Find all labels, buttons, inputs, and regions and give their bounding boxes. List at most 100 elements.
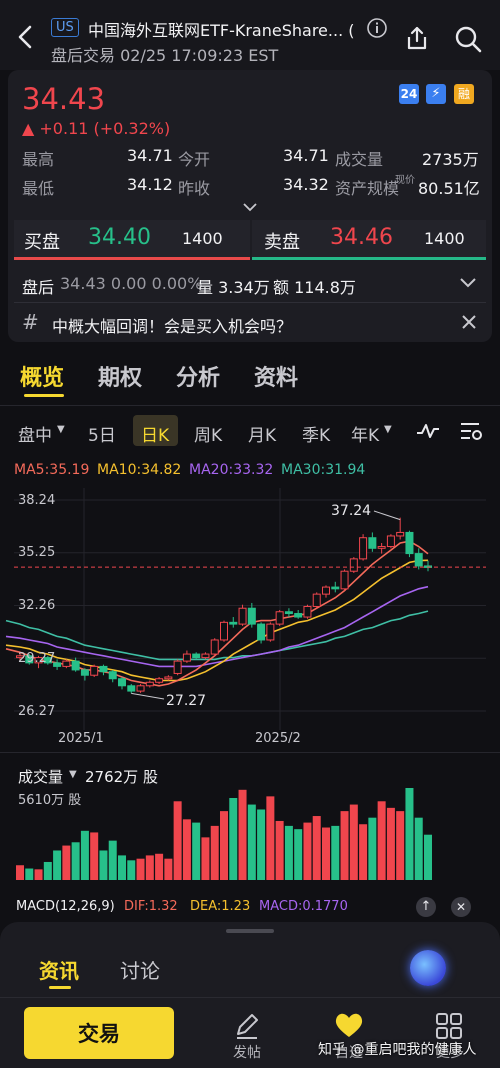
info-icon[interactable] [366,17,388,39]
tab-options[interactable]: 期权 [98,360,142,392]
volume-bar [173,801,182,880]
indicator-wave-icon[interactable] [416,421,440,441]
low-label: 最低 [22,179,55,198]
pin-icon[interactable]: ↑ [416,897,436,917]
volume-bar [368,817,377,880]
volume-bar [201,837,210,880]
tab-yearly[interactable]: 年K [351,421,379,446]
low-value: 34.12 [127,175,173,194]
tab-daily[interactable]: 日K [141,421,169,446]
volume-bar [349,804,358,880]
ask-size: 1400 [424,229,465,248]
candle-body [340,570,349,590]
y-tick-label: 32.26 [18,598,56,613]
volume-bar [322,827,330,880]
price-chart[interactable] [0,480,500,750]
close-icon[interactable] [460,313,478,331]
candle-body [294,613,303,618]
high-value: 34.71 [127,146,173,165]
high-leader-line [373,510,401,521]
candle-body [405,531,414,555]
candle-body [275,611,284,625]
tab-profile[interactable]: 资料 [254,360,298,392]
prev-close-label: 昨收 [178,179,211,198]
volume-bar [238,789,247,880]
caret-down-icon: ▼ [69,769,77,780]
tab-quarterly[interactable]: 季K [302,421,330,446]
last-price: 34.43 [22,82,106,116]
candle-body [247,607,256,625]
share-icon[interactable] [404,25,430,51]
post-label[interactable]: 发帖 [233,1042,261,1062]
tab-overview-underline [24,394,64,397]
volume-bar [396,811,405,880]
candle-body [359,537,368,560]
after-hours-volume: 量 3.34万 [197,278,270,297]
volume-bar [43,861,52,880]
after-hours-label: 盘后 [22,278,55,297]
tab-discussion[interactable]: 讨论 [120,955,160,984]
chart-settings-icon[interactable] [459,420,485,444]
candle-body [62,660,71,667]
volume-bar [275,820,284,880]
top-bar: US 中国海外互联网ETF-KraneShare... ( 盘后交易 02/25… [0,0,500,70]
open-label: 今开 [178,150,211,169]
tab-intraday[interactable]: 盘中 [18,421,52,446]
high-annotation: 37.24 [331,503,372,519]
volume-bar [108,840,117,880]
news-banner[interactable]: 中概大幅回调！会是买入机会吗？ [52,313,292,337]
y-tick-label: 38.24 [18,493,56,508]
macd-dea: DEA:1.23 [190,899,251,914]
ma10-legend: MA10:34.82 [97,462,182,478]
stock-title[interactable]: 中国海外互联网ETF-KraneShare... ( [88,17,358,41]
ask-price: 34.46 [330,225,393,250]
post-edit-icon[interactable] [232,1010,262,1040]
aum-label: 资产规模 [335,179,400,198]
candle-body [396,531,405,537]
caret-down-icon: ▼ [57,424,65,435]
candle-body [331,586,340,590]
back-arrow-icon[interactable] [14,24,38,50]
candle-body [284,611,293,615]
candle-body [349,558,358,572]
candle-body [145,681,154,687]
prev-close-value: 34.32 [283,175,329,194]
tab-weekly[interactable]: 周K [194,421,222,446]
tab-overview[interactable]: 概览 [20,360,64,392]
volume-bar [303,822,312,880]
divider [0,997,500,998]
tab-monthly[interactable]: 月K [248,421,276,446]
caret-down-icon: ▼ [384,424,392,435]
volume-bar [16,865,24,880]
watchlist-heart-icon[interactable] [333,1011,365,1039]
candle-body [192,653,201,659]
chevron-down-icon[interactable] [459,276,477,290]
macd-title[interactable]: MACD(12,26,9) [16,899,115,914]
volume-bar [192,822,201,880]
expand-chevron-icon[interactable] [242,201,258,213]
trade-button[interactable]: 交易 [24,1007,174,1059]
candle-body [127,685,136,692]
volume-value: 2735万 [422,150,479,169]
candle-body [155,678,164,683]
assistant-robot-icon[interactable] [410,950,446,986]
drag-handle[interactable] [226,929,274,933]
candle-body [322,586,330,595]
volume-chart[interactable] [0,780,500,885]
candle-body [266,623,275,641]
volume-bar [53,850,62,880]
close-indicator-icon[interactable]: ✕ [451,897,471,917]
y-tick-label: 26.27 [18,704,56,719]
volume-bar [247,804,256,880]
more-grid-icon[interactable] [434,1012,464,1040]
candle-body [173,660,182,674]
tab-5day[interactable]: 5日 [88,421,116,446]
tab-news[interactable]: 资讯 [39,955,79,984]
tab-analysis[interactable]: 分析 [176,360,220,392]
after-hours-quote: 34.43 0.00 0.00% [60,274,203,293]
volume-bar [257,809,266,880]
hashtag-icon: # [22,310,39,334]
search-icon[interactable] [454,25,482,53]
aum-value: 80.51亿 [418,179,480,198]
candle-body [377,546,386,549]
